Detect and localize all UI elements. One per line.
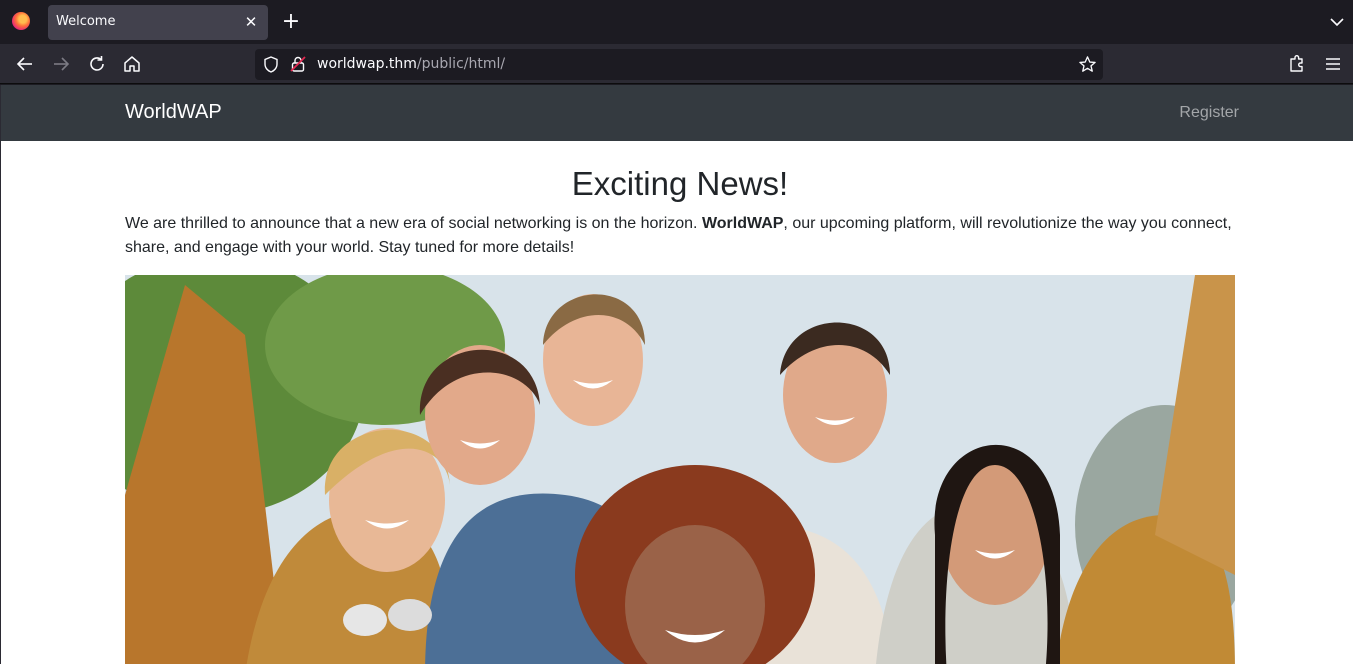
url-host: worldwap.thm [317,56,417,72]
intro-paragraph: We are thrilled to announce that a new e… [125,212,1237,260]
hero-photo [125,275,1235,664]
new-tab-icon[interactable]: + [281,11,301,33]
site-brand[interactable]: WorldWAP [125,101,222,124]
intro-brand: WorldWAP [701,215,784,232]
intro-text-1: We are thrilled to announce that a new e… [125,215,702,232]
page-viewport: WorldWAP Register Exciting News! We are … [0,85,1353,664]
url-text[interactable]: worldwap.thm/public/html/ [317,56,505,72]
home-icon[interactable] [121,53,143,75]
page-heading: Exciting News! [571,165,789,202]
close-tab-icon[interactable]: ✕ [242,12,260,32]
site-navbar: WorldWAP Register [1,85,1353,141]
bookmark-star-icon[interactable] [1078,55,1097,74]
extensions-icon[interactable] [1286,53,1308,75]
reload-icon[interactable] [86,53,108,75]
url-bar[interactable]: worldwap.thm/public/html/ [255,49,1103,80]
url-path: /public/html/ [416,56,506,72]
register-link[interactable]: Register [1179,104,1239,122]
chevron-down-icon[interactable] [1329,12,1345,32]
shield-icon[interactable] [263,56,279,73]
menu-icon[interactable] [1322,53,1344,75]
tab-bar: Welcome ✕ + [0,0,1353,44]
tab-title: Welcome [56,14,116,29]
nav-toolbar: worldwap.thm/public/html/ [0,44,1353,84]
back-icon[interactable] [14,53,36,75]
forward-icon[interactable] [50,53,72,75]
lock-insecure-icon[interactable] [290,55,306,73]
hero-image [125,275,1235,664]
firefox-logo-icon[interactable] [12,12,30,30]
tab-welcome[interactable]: Welcome ✕ [48,5,268,40]
